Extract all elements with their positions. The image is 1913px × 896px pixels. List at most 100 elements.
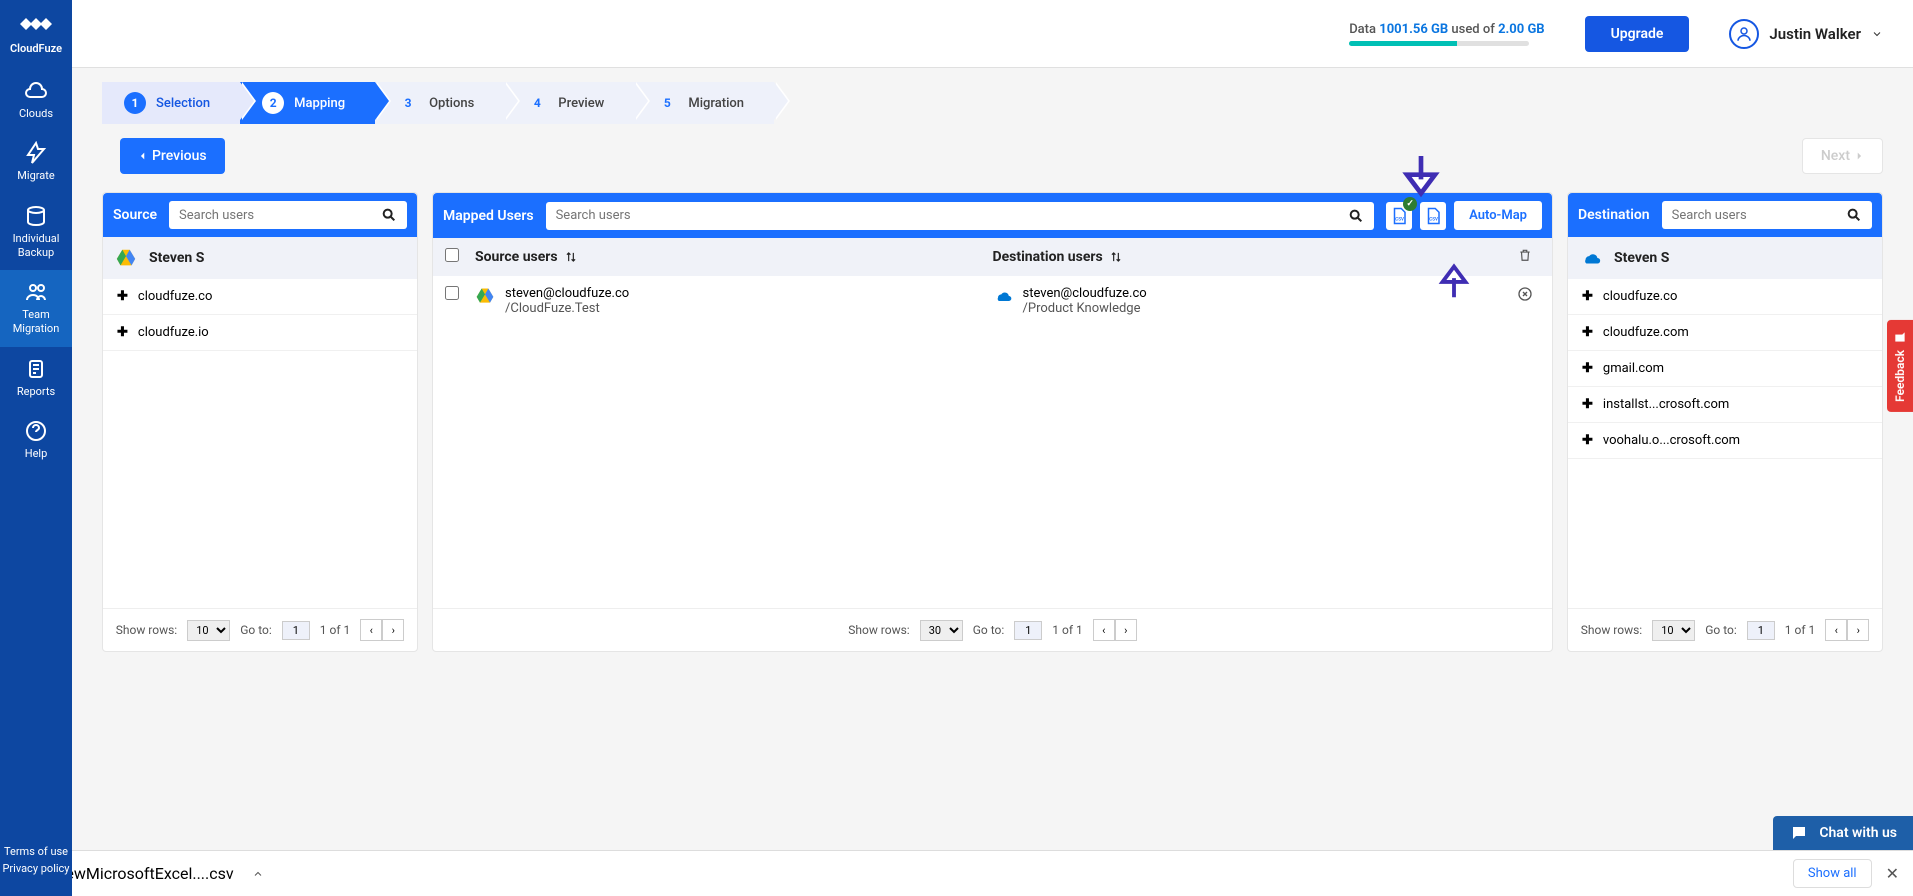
remove-row-button[interactable] [1510, 286, 1540, 306]
col-source: Source users [475, 249, 558, 265]
account-name: Steven S [149, 250, 204, 266]
csv-icon: CSV [1424, 206, 1442, 226]
sort-icon[interactable] [1109, 250, 1123, 264]
close-download-bar[interactable]: ✕ [1886, 864, 1899, 883]
step-label: Selection [156, 96, 210, 111]
mapped-row: steven@cloudfuze.co /CloudFuze.Test stev… [433, 276, 1552, 326]
destination-search[interactable] [1662, 201, 1872, 229]
data-progress [1349, 41, 1529, 46]
destination-panel: Destination Steven S ✚cloudfuze.co ✚clou… [1567, 192, 1883, 652]
rows-select[interactable]: 10 [187, 620, 230, 641]
dest-tree-item[interactable]: ✚voohalu.o...crosoft.com [1568, 423, 1882, 459]
chevron-down-icon [1871, 28, 1883, 40]
mapped-columns: Source users Destination users [433, 238, 1552, 276]
source-path: /CloudFuze.Test [505, 301, 629, 316]
onedrive-icon [993, 286, 1013, 306]
step-mapping[interactable]: 2 Mapping [240, 82, 375, 124]
step-preview[interactable]: 4 Preview [504, 82, 634, 124]
row-checkbox[interactable] [445, 286, 459, 300]
brand-name: CloudFuze [10, 42, 62, 55]
page-prev[interactable]: ‹ [360, 619, 382, 641]
main-content: 1 Selection 2 Mapping 3 Options 4 Previe… [72, 68, 1913, 850]
user-menu[interactable]: Justin Walker [1729, 19, 1883, 49]
sort-icon[interactable] [564, 250, 578, 264]
logo[interactable] [16, 0, 56, 42]
sidebar-item-team-migration[interactable]: Team Migration [0, 270, 72, 347]
upgrade-button[interactable]: Upgrade [1585, 16, 1690, 52]
mapped-body: steven@cloudfuze.co /CloudFuze.Test stev… [433, 276, 1552, 608]
source-tree-item[interactable]: ✚ cloudfuze.co [103, 279, 417, 315]
source-tree-item[interactable]: ✚ cloudfuze.io [103, 315, 417, 351]
onedrive-icon [1580, 247, 1602, 269]
terms-link[interactable]: Terms of use [2, 843, 69, 861]
data-usage: Data 1001.56 GB used of 2.00 GB [1349, 22, 1544, 46]
next-button[interactable]: Next [1802, 138, 1883, 174]
page-prev[interactable]: ‹ [1093, 619, 1115, 641]
annotation-arrow-up [1431, 257, 1477, 303]
delete-all-button[interactable] [1510, 248, 1540, 266]
page-next[interactable]: › [382, 619, 404, 641]
rows-select[interactable]: 30 [920, 620, 963, 641]
chat-button[interactable]: Chat with us [1773, 816, 1913, 850]
step-selection[interactable]: 1 Selection [102, 82, 240, 124]
auto-map-button[interactable]: Auto-Map [1454, 201, 1542, 230]
destination-search-input[interactable] [1672, 208, 1846, 223]
source-title: Source [113, 207, 157, 223]
show-all-button[interactable]: Show all [1793, 859, 1872, 888]
col-dest: Destination users [993, 249, 1103, 265]
sidebar-label: Individual Backup [13, 232, 60, 259]
user-name: Justin Walker [1769, 25, 1861, 43]
google-drive-icon [115, 247, 137, 269]
mapped-footer: Show rows: 30 Go to: 1 of 1 ‹ › [433, 608, 1552, 651]
dest-tree-item[interactable]: ✚installst...crosoft.com [1568, 387, 1882, 423]
csv-download-button[interactable]: CSV [1420, 202, 1446, 230]
goto-input[interactable] [1747, 621, 1775, 640]
expand-icon: ✚ [1582, 433, 1593, 448]
dest-tree-item[interactable]: ✚gmail.com [1568, 351, 1882, 387]
rows-select[interactable]: 10 [1652, 620, 1695, 641]
mapped-search[interactable] [546, 202, 1375, 230]
page-next[interactable]: › [1847, 619, 1869, 641]
previous-button[interactable]: Previous [120, 138, 225, 174]
step-label: Mapping [294, 96, 345, 111]
svg-text:CSV: CSV [1395, 216, 1404, 222]
sidebar-item-migrate[interactable]: Migrate [0, 131, 72, 193]
sidebar-label: Reports [17, 385, 55, 398]
step-migration[interactable]: 5 Migration [634, 82, 774, 124]
destination-title: Destination [1578, 207, 1650, 223]
sidebar-item-help[interactable]: Help [0, 409, 72, 471]
sidebar-item-reports[interactable]: Reports [0, 347, 72, 409]
page-prev[interactable]: ‹ [1825, 619, 1847, 641]
select-all-checkbox[interactable] [445, 248, 459, 262]
mapped-title: Mapped Users [443, 208, 534, 224]
download-bar: X NewMicrosoftExcel....csv Show all ✕ [0, 850, 1913, 896]
data-total: 2.00 GB [1498, 22, 1545, 37]
sidebar-bottom-links: Terms of use Privacy policy [2, 843, 69, 896]
annotation-arrow-down [1393, 149, 1449, 205]
privacy-link[interactable]: Privacy policy [2, 860, 69, 878]
sidebar-label: Clouds [19, 107, 53, 120]
feedback-tab[interactable]: Feedback [1887, 320, 1913, 412]
source-panel: Source Steven S ✚ cloudfuze.co ✚ cloudfu… [102, 192, 418, 652]
goto-input[interactable] [1014, 621, 1042, 640]
expand-icon: ✚ [117, 289, 128, 304]
sidebar-label: Team Migration [13, 308, 60, 335]
panels: Source Steven S ✚ cloudfuze.co ✚ cloudfu… [102, 192, 1883, 652]
destination-body: ✚cloudfuze.co ✚cloudfuze.com ✚gmail.com … [1568, 279, 1882, 608]
dest-tree-item[interactable]: ✚cloudfuze.co [1568, 279, 1882, 315]
csv-upload-button[interactable]: CSV ✓ [1386, 202, 1412, 230]
dest-email: steven@cloudfuze.co [1023, 286, 1147, 301]
source-search-input[interactable] [179, 208, 381, 223]
goto-input[interactable] [282, 621, 310, 640]
mapped-search-input[interactable] [556, 208, 1349, 223]
step-options[interactable]: 3 Options [375, 82, 504, 124]
chevron-up-icon[interactable] [252, 868, 264, 880]
sidebar-item-individual-backup[interactable]: Individual Backup [0, 194, 72, 271]
source-account: Steven S [103, 237, 417, 279]
sidebar-item-clouds[interactable]: Clouds [0, 69, 72, 131]
dest-tree-item[interactable]: ✚cloudfuze.com [1568, 315, 1882, 351]
expand-icon: ✚ [1582, 397, 1593, 412]
page-next[interactable]: › [1115, 619, 1137, 641]
source-search[interactable] [169, 201, 407, 229]
topbar: Data 1001.56 GB used of 2.00 GB Upgrade … [72, 0, 1913, 68]
